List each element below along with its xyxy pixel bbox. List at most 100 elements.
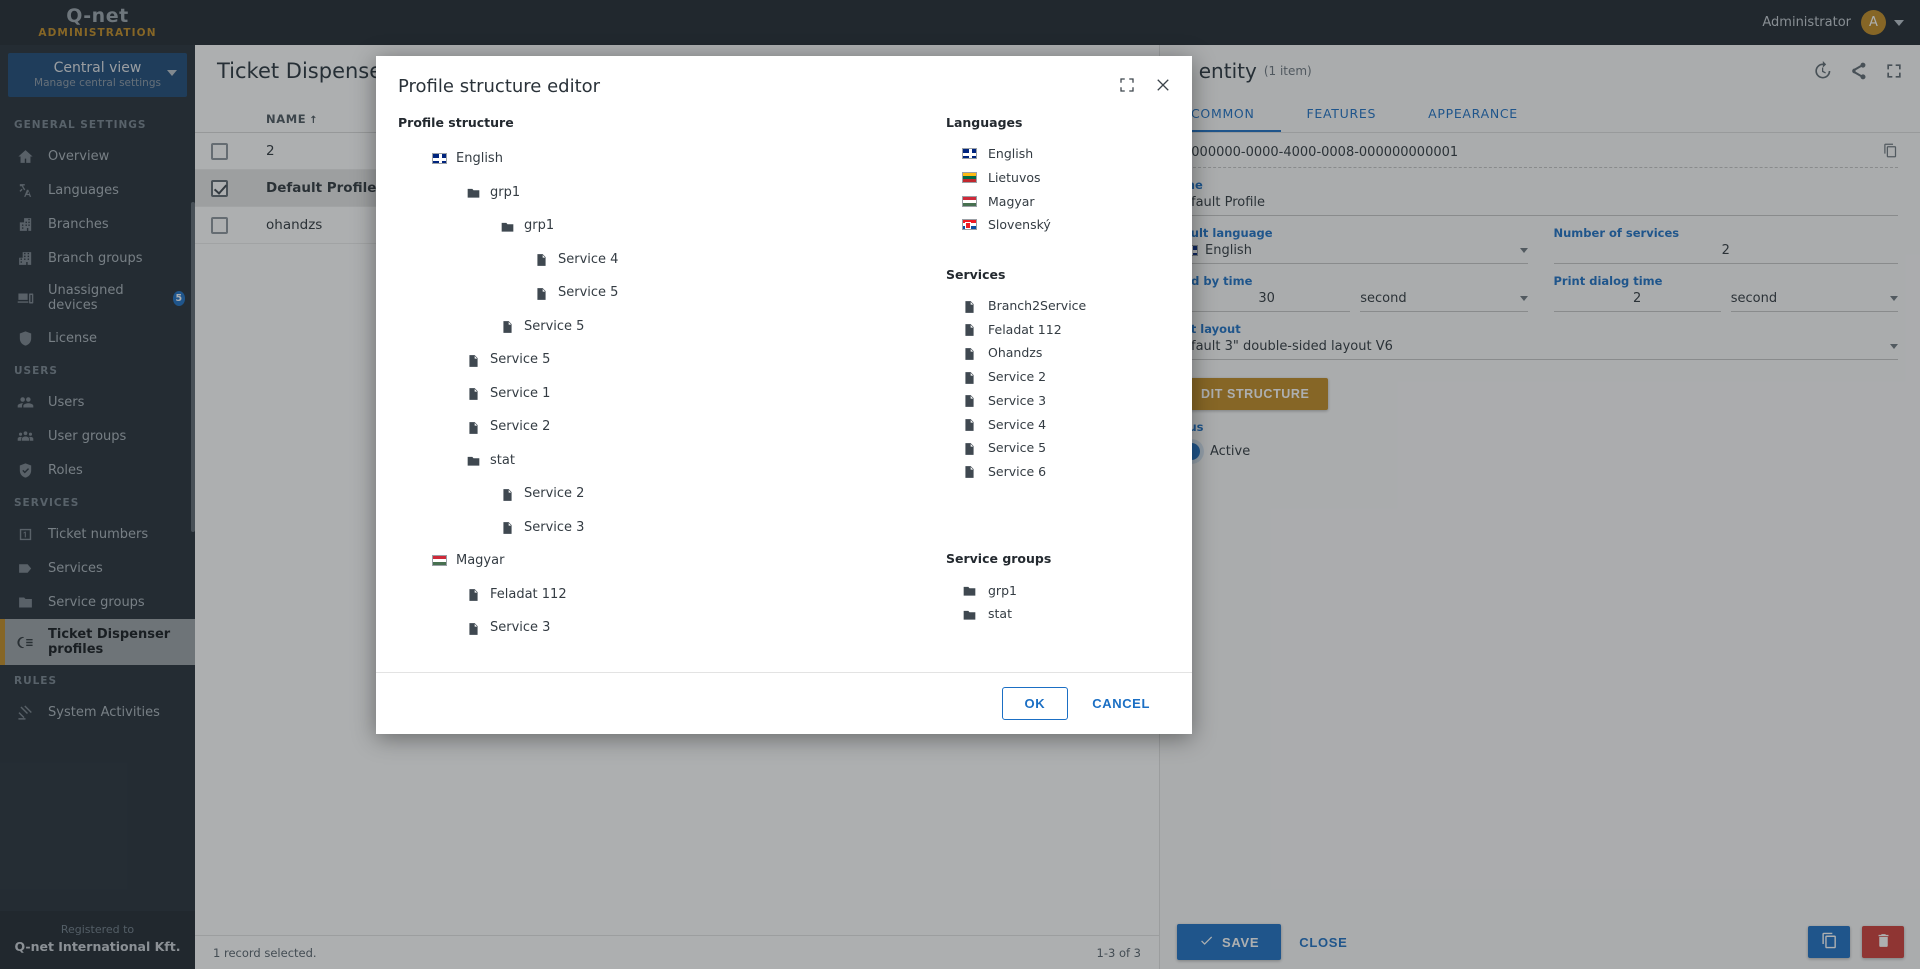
tree-node[interactable]: Service 3 [398, 611, 938, 645]
service-item[interactable]: Service 6 [946, 460, 1170, 484]
flag-hu-icon [432, 555, 447, 567]
tree-node[interactable]: Feladat 112 [398, 578, 938, 612]
flag-lt-icon [962, 172, 977, 184]
profile-structure-tree: English grp1 grp1 Service 4 Service 5 Service… [398, 142, 938, 645]
tree-node-label: Service 1 [490, 385, 551, 401]
language-item-label: Magyar [988, 193, 1035, 209]
profile-structure-panel: Profile structure English grp1 grp1 Service… [398, 115, 938, 672]
service-item[interactable]: Ohandzs [946, 341, 1170, 365]
tree-node[interactable]: Service 5 [398, 310, 938, 344]
application-root: Q-net ADMINISTRATION Central view Manage… [0, 0, 1920, 969]
tree-node[interactable]: Magyar [398, 544, 938, 578]
tree-node-label: Service 5 [490, 352, 551, 368]
service-item-label: Ohandzs [988, 345, 1043, 361]
tree-node[interactable]: Service 2 [398, 477, 938, 511]
tree-node-label: stat [490, 452, 515, 468]
service-item-label: Branch2Service [988, 298, 1087, 314]
tree-node-label: grp1 [524, 218, 555, 234]
file-icon [500, 319, 515, 334]
service-item[interactable]: Service 4 [946, 412, 1170, 436]
tree-node-label: Service 3 [490, 620, 551, 636]
language-item[interactable]: Slovenský [946, 213, 1170, 237]
tree-node-label: Service 2 [524, 486, 585, 502]
service-item[interactable]: Service 2 [946, 365, 1170, 389]
language-item-label: Lietuvos [988, 170, 1041, 186]
service-item-label: Service 3 [988, 392, 1047, 408]
tree-node[interactable]: grp1 [398, 176, 938, 210]
tree-node[interactable]: stat [398, 444, 938, 478]
service-item[interactable]: Service 3 [946, 389, 1170, 413]
services-list: Branch2Service Feladat 112 Ohandzs Service … [946, 294, 1170, 484]
tree-node-label: Feladat 112 [490, 586, 567, 602]
folder-icon [500, 219, 515, 233]
folder-icon [466, 185, 481, 199]
service-group-item[interactable]: grp1 [946, 578, 1170, 602]
file-icon [962, 299, 977, 313]
close-icon[interactable] [1154, 76, 1174, 96]
modal-footer: OK CANCEL [376, 672, 1192, 734]
file-icon [466, 621, 481, 635]
service-item-label: Service 4 [988, 416, 1047, 432]
service-group-item-label: stat [988, 606, 1012, 622]
file-icon [534, 286, 549, 300]
service-item-label: Feladat 112 [988, 321, 1062, 337]
modal-header-actions [1118, 76, 1174, 96]
flag-hu-icon [962, 195, 977, 207]
language-item[interactable]: Magyar [946, 189, 1170, 213]
profile-structure-title: Profile structure [398, 115, 514, 130]
language-item[interactable]: English [946, 142, 1170, 166]
tree-node[interactable]: grp1 [398, 209, 938, 243]
modal-side-panel: Languages English Lietuvos Magyar Slovenský… [938, 115, 1170, 672]
language-item-label: Slovenský [988, 217, 1051, 233]
file-icon [466, 420, 481, 434]
service-item-label: Service 6 [988, 463, 1047, 479]
tree-node-label: grp1 [490, 184, 521, 200]
service-group-item-label: grp1 [988, 582, 1017, 598]
service-item[interactable]: Branch2Service [946, 294, 1170, 318]
cancel-button[interactable]: CANCEL [1076, 688, 1166, 719]
tree-node-label: English [456, 151, 503, 167]
service-group-item[interactable]: stat [946, 602, 1170, 626]
languages-list: English Lietuvos Magyar Slovenský [946, 142, 1170, 237]
service-groups-block: Service groups grp1 stat [946, 551, 1170, 625]
fullscreen-icon[interactable] [1118, 76, 1138, 96]
flag-gb-icon [962, 148, 977, 160]
folder-icon [962, 583, 977, 597]
flag-gb-icon [432, 153, 447, 165]
file-icon [500, 520, 515, 535]
services-title: Services [946, 266, 1006, 282]
language-item[interactable]: Lietuvos [946, 166, 1170, 190]
file-icon [500, 487, 515, 501]
tree-node[interactable]: Service 2 [398, 410, 938, 444]
tree-node[interactable]: Service 1 [398, 377, 938, 411]
tree-node[interactable]: Service 3 [398, 511, 938, 545]
profile-structure-editor-dialog: Profile structure editor Profile structu… [376, 56, 1192, 734]
languages-title: Languages [946, 115, 1023, 130]
service-item-label: Service 2 [988, 369, 1047, 385]
file-icon [962, 370, 977, 384]
service-groups-title: Service groups [946, 551, 1052, 567]
language-item-label: English [988, 146, 1034, 162]
file-icon [534, 252, 549, 267]
service-item[interactable]: Feladat 112 [946, 317, 1170, 341]
file-icon [962, 441, 977, 455]
tree-node-label: Service 3 [524, 519, 585, 535]
tree-node[interactable]: Service 4 [398, 243, 938, 277]
flag-sk-icon [962, 219, 977, 231]
folder-icon [466, 453, 481, 467]
tree-node-label: Service 2 [490, 419, 551, 435]
tree-node[interactable]: Service 5 [398, 276, 938, 310]
ok-button[interactable]: OK [1001, 687, 1069, 720]
file-icon [466, 386, 481, 401]
tree-node[interactable]: English [398, 142, 938, 176]
file-icon [962, 322, 977, 337]
modal-body: Profile structure English grp1 grp1 Service… [376, 97, 1192, 672]
tree-node[interactable]: Service 5 [398, 343, 938, 377]
modal-header: Profile structure editor [376, 56, 1192, 97]
tree-node-label: Service 4 [558, 251, 619, 267]
file-icon [466, 353, 481, 367]
tree-node-label: Service 5 [558, 285, 619, 301]
file-icon [962, 393, 977, 408]
file-icon [962, 346, 977, 360]
service-item[interactable]: Service 5 [946, 436, 1170, 460]
